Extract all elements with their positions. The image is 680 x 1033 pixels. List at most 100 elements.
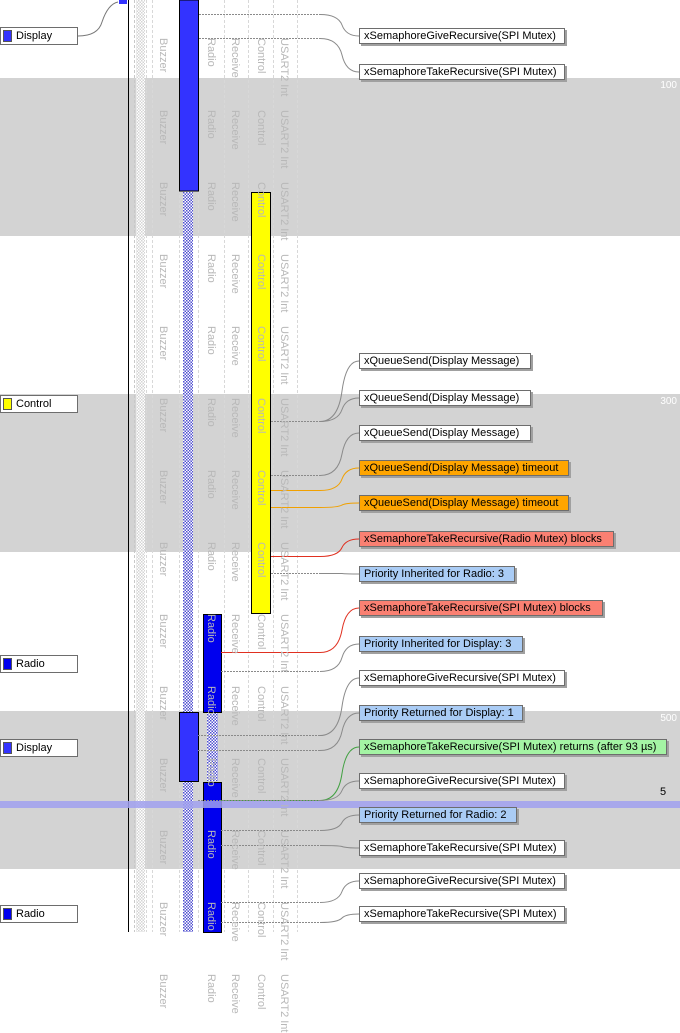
column-label: Receive <box>229 974 241 1014</box>
tick-label: 200 <box>660 238 677 249</box>
column-label: Receive <box>229 38 241 78</box>
column-label: USART2 Int <box>278 254 290 313</box>
column-label: Control <box>255 830 267 866</box>
task-color-swatch <box>3 742 12 754</box>
column-label: Radio <box>205 254 217 283</box>
column-label: USART2 Int <box>278 38 290 97</box>
column-label: USART2 Int <box>278 326 290 385</box>
event-label[interactable]: Priority Inherited for Radio: 3 <box>359 566 515 582</box>
event-label[interactable]: Priority Returned for Display: 1 <box>359 705 523 721</box>
column-label: Buzzer <box>157 182 169 217</box>
column-label: Buzzer <box>157 974 169 1009</box>
tick-label: 100 <box>660 80 677 91</box>
column-label: USART2 Int <box>278 686 290 745</box>
column-label: USART2 Int <box>278 974 290 1033</box>
event-label[interactable]: xQueueSend(Display Message) <box>359 390 531 406</box>
time-band <box>0 711 680 869</box>
task-label[interactable]: Radio <box>0 905 78 923</box>
event-label[interactable]: Priority Inherited for Display: 3 <box>359 636 523 652</box>
event-label[interactable]: xSemaphoreGiveRecursive(SPI Mutex) <box>359 873 565 889</box>
event-label[interactable]: xSemaphoreTakeRecursive(SPI Mutex) block… <box>359 600 603 616</box>
tick-label: 400 <box>660 554 677 565</box>
event-label[interactable]: xSemaphoreTakeRecursive(SPI Mutex) <box>359 906 565 922</box>
column-label: Radio <box>205 182 217 211</box>
event-connector <box>319 38 360 73</box>
column-label: Radio <box>205 974 217 1003</box>
event-label[interactable]: xSemaphoreTakeRecursive(SPI Mutex) retur… <box>359 739 667 755</box>
column-label: Buzzer <box>157 470 169 505</box>
task-color-swatch <box>3 908 12 920</box>
ready-hatch <box>183 192 193 932</box>
event-label[interactable]: xSemaphoreTakeRecursive(Radio Mutex) blo… <box>359 531 614 547</box>
event-label[interactable]: xQueueSend(Display Message) timeout <box>359 460 569 476</box>
event-label[interactable]: xQueueSend(Display Message) <box>359 425 531 441</box>
event-connector <box>319 880 360 903</box>
trace-footer <box>0 933 680 985</box>
column-label: Buzzer <box>157 758 169 793</box>
column-label: Control <box>255 326 267 362</box>
column-label: Receive <box>229 182 241 222</box>
event-label[interactable]: xSemaphoreGiveRecursive(SPI Mutex) <box>359 28 565 44</box>
display-task-bar <box>179 0 199 192</box>
column-label: USART2 Int <box>278 758 290 817</box>
column-label: Buzzer <box>157 902 169 937</box>
column-label: Receive <box>229 542 241 582</box>
tick-label: 300 <box>660 396 677 407</box>
column-label: Receive <box>229 110 241 150</box>
event-connector <box>319 14 360 37</box>
column-label: Buzzer <box>157 326 169 361</box>
column-label: USART2 Int <box>278 398 290 457</box>
event-label[interactable]: xQueueSend(Display Message) timeout <box>359 495 569 511</box>
column-label: Buzzer <box>157 542 169 577</box>
idle-hatch <box>136 0 145 932</box>
task-label[interactable]: Display <box>0 739 78 757</box>
column-label: Control <box>255 182 267 218</box>
event-label[interactable]: xQueueSend(Display Message) <box>359 353 531 369</box>
column-label: Receive <box>229 254 241 294</box>
column-label: Control <box>255 110 267 146</box>
tick-label: 500 <box>660 713 677 724</box>
column-label: Control <box>255 254 267 290</box>
cursor-marker: 5 <box>660 786 667 798</box>
column-label: Radio <box>205 830 217 859</box>
column-label: Buzzer <box>157 614 169 649</box>
column-label: Control <box>255 758 267 794</box>
column-label: Buzzer <box>157 254 169 289</box>
event-label[interactable]: xSemaphoreGiveRecursive(SPI Mutex) <box>359 773 565 789</box>
column-label: Receive <box>229 398 241 438</box>
task-label[interactable]: Control <box>0 395 78 413</box>
task-label[interactable]: Display <box>0 27 78 45</box>
task-color-swatch <box>3 30 12 42</box>
task-color-swatch <box>3 658 12 670</box>
event-connector <box>320 572 360 575</box>
column-label: Control <box>255 614 267 650</box>
event-connector <box>319 643 360 672</box>
column-label: USART2 Int <box>278 182 290 241</box>
event-connector <box>319 607 360 653</box>
column-label: Radio <box>205 398 217 427</box>
display-task-bar <box>179 712 199 782</box>
event-label[interactable]: xSemaphoreTakeRecursive(SPI Mutex) <box>359 64 565 80</box>
column-label: Receive <box>229 326 241 366</box>
event-connector <box>319 913 360 923</box>
column-label: USART2 Int <box>278 902 290 961</box>
column-label: Radio <box>205 902 217 931</box>
task-label[interactable]: Radio <box>0 655 78 673</box>
column-label: USART2 Int <box>278 542 290 601</box>
column-label: Radio <box>205 326 217 355</box>
task-name: Display <box>16 30 53 42</box>
event-label[interactable]: Priority Returned for Radio: 2 <box>359 807 517 823</box>
trace-canvas[interactable] <box>0 0 680 985</box>
column-label: Receive <box>229 758 241 798</box>
event-label[interactable]: xSemaphoreTakeRecursive(SPI Mutex) <box>359 840 565 856</box>
column-label: Radio <box>205 110 217 139</box>
column-label: Control <box>255 542 267 578</box>
column-label: USART2 Int <box>278 470 290 529</box>
event-label[interactable]: xSemaphoreGiveRecursive(SPI Mutex) <box>359 670 565 686</box>
task-connector <box>77 1 119 37</box>
task-name: Control <box>16 398 52 410</box>
time-band <box>0 394 680 552</box>
column-label: Control <box>255 38 267 74</box>
task-name: Radio <box>16 658 45 670</box>
column-label: Buzzer <box>157 110 169 145</box>
